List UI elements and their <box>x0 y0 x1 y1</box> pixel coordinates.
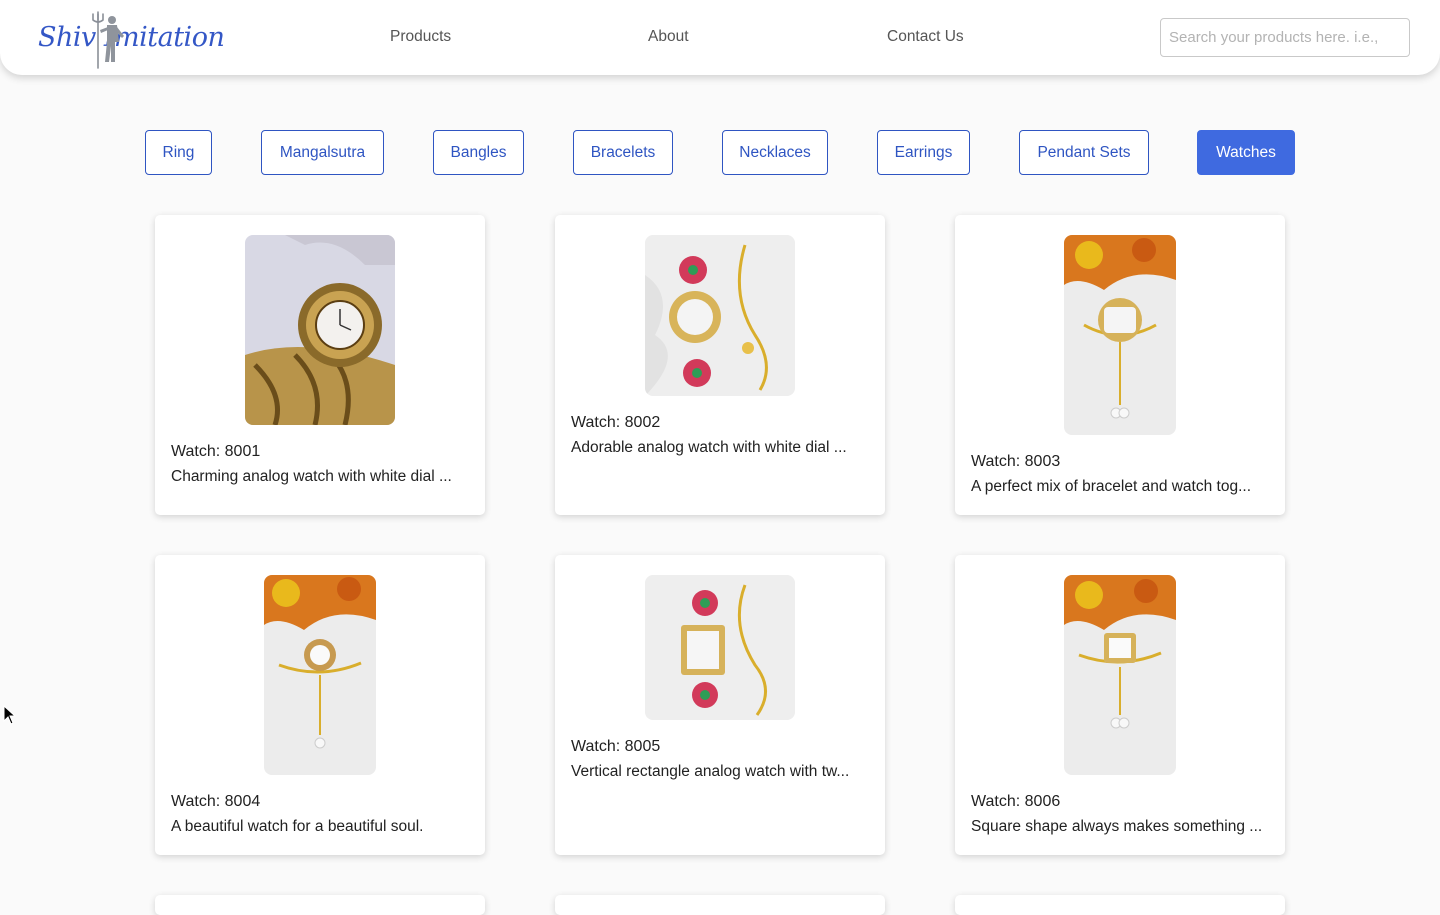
product-card-partial[interactable] <box>955 895 1285 915</box>
product-title: Watch: 8006 <box>971 793 1061 810</box>
product-image <box>1064 575 1176 775</box>
product-description: Vertical rectangle analog watch with tw.… <box>571 763 850 780</box>
category-necklaces-button[interactable]: Necklaces <box>722 130 828 175</box>
category-earrings-button[interactable]: Earrings <box>877 130 970 175</box>
product-card[interactable]: Watch: 8004 A beautiful watch for a beau… <box>155 555 485 855</box>
search-input[interactable] <box>1160 18 1410 57</box>
product-title: Watch: 8002 <box>571 414 661 431</box>
category-watches-button[interactable]: Watches <box>1197 130 1295 175</box>
nav-link-contact-us[interactable]: Contact Us <box>887 28 964 46</box>
product-card[interactable]: Watch: 8002 Adorable analog watch with w… <box>555 215 885 515</box>
product-image <box>645 235 795 396</box>
product-image <box>1064 235 1176 435</box>
product-image <box>245 235 395 425</box>
product-card-partial[interactable] <box>155 895 485 915</box>
product-card[interactable]: Watch: 8003 A perfect mix of bracelet an… <box>955 215 1285 515</box>
category-ring-button[interactable]: Ring <box>145 130 212 175</box>
product-description: Charming analog watch with white dial ..… <box>171 468 452 485</box>
shiva-figure-icon <box>92 11 124 69</box>
product-card-partial[interactable] <box>555 895 885 915</box>
nav-link-products[interactable]: Products <box>390 28 451 46</box>
product-title: Watch: 8003 <box>971 453 1061 470</box>
product-card[interactable]: Watch: 8001 Charming analog watch with w… <box>155 215 485 515</box>
product-title: Watch: 8001 <box>171 443 261 460</box>
category-pendant-sets-button[interactable]: Pendant Sets <box>1019 130 1149 175</box>
product-card[interactable]: Watch: 8005 Vertical rectangle analog wa… <box>555 555 885 855</box>
category-mangalsutra-button[interactable]: Mangalsutra <box>261 130 384 175</box>
product-description: Square shape always makes something ... <box>971 818 1263 835</box>
product-image <box>645 575 795 720</box>
product-card[interactable]: Watch: 8006 Square shape always makes so… <box>955 555 1285 855</box>
product-description: Adorable analog watch with white dial ..… <box>571 439 847 456</box>
mouse-cursor-icon <box>3 705 17 725</box>
product-image <box>264 575 376 775</box>
top-navbar: Shiv Imitation Products About Contact Us <box>0 0 1440 75</box>
category-bangles-button[interactable]: Bangles <box>433 130 524 175</box>
product-description: A beautiful watch for a beautiful soul. <box>171 818 424 835</box>
product-title: Watch: 8004 <box>171 793 261 810</box>
nav-link-about[interactable]: About <box>648 28 689 46</box>
brand-logo[interactable]: Shiv Imitation <box>38 10 225 70</box>
product-title: Watch: 8005 <box>571 738 661 755</box>
category-bracelets-button[interactable]: Bracelets <box>573 130 673 175</box>
product-description: A perfect mix of bracelet and watch tog.… <box>971 478 1252 495</box>
